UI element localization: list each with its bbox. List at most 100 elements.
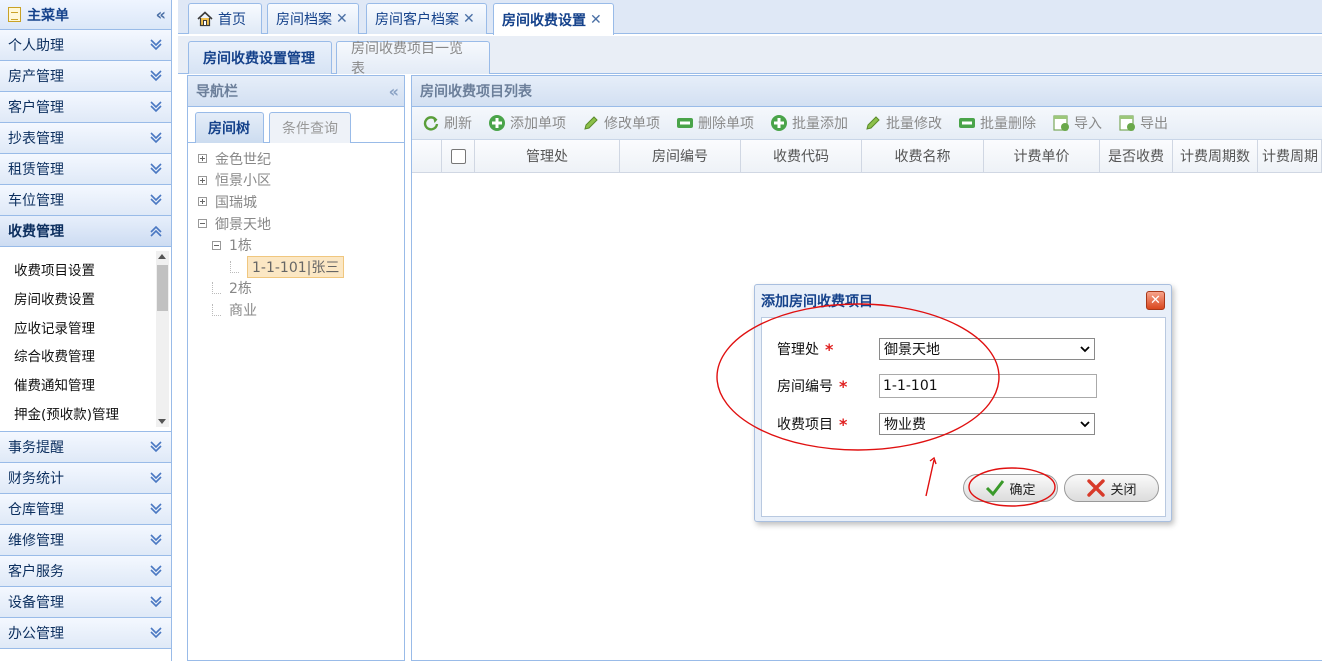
menu-group[interactable]: 仓库管理 bbox=[0, 494, 171, 525]
expand-icon[interactable] bbox=[198, 154, 207, 164]
collapse-menu-icon[interactable]: « bbox=[156, 5, 166, 24]
export-button[interactable]: 导出 bbox=[1118, 113, 1168, 133]
tree-node[interactable]: 商业 bbox=[198, 299, 398, 321]
confirm-button[interactable]: 确定 bbox=[963, 474, 1058, 502]
tree-node-label[interactable]: 1栋 bbox=[229, 235, 252, 255]
menu-group[interactable]: 抄表管理 bbox=[0, 123, 171, 154]
submenu-item[interactable]: 应收记录管理 bbox=[14, 315, 171, 344]
menu-group[interactable]: 租赁管理 bbox=[0, 154, 171, 185]
submenu-item[interactable]: 收费项目设置 bbox=[14, 257, 171, 286]
menu-group[interactable]: 客户管理 bbox=[0, 92, 171, 123]
chevron-down-icon bbox=[149, 69, 163, 83]
submenu-item[interactable]: 押金(预收款)管理 bbox=[14, 401, 171, 430]
tree-node-label[interactable]: 御景天地 bbox=[215, 214, 271, 234]
collapse-nav-icon[interactable]: « bbox=[389, 82, 399, 101]
expand-icon[interactable] bbox=[198, 175, 207, 185]
top-tab-bar: 首页 房间档案 ✕ 房间客户档案 ✕ 房间收费设置 ✕ bbox=[178, 0, 1322, 35]
tree-node-label[interactable]: 金色世纪 bbox=[215, 149, 271, 169]
tab-room-billing-item-list[interactable]: 房间收费项目一览表 bbox=[336, 41, 490, 77]
import-button[interactable]: 导入 bbox=[1052, 113, 1102, 133]
required-mark: * bbox=[839, 376, 848, 396]
add-item-button[interactable]: 添加单项 bbox=[488, 113, 566, 133]
menu-group[interactable]: 房产管理 bbox=[0, 61, 171, 92]
column-header[interactable]: 是否收费 bbox=[1100, 140, 1173, 172]
submenu-item[interactable]: 综合收费管理 bbox=[14, 343, 171, 372]
tab-room-billing-settings[interactable]: 房间收费设置 ✕ bbox=[493, 3, 614, 35]
column-header[interactable]: 计费周期数 bbox=[1173, 140, 1258, 172]
tree-node-label[interactable]: 商业 bbox=[229, 300, 257, 320]
tab-room-billing-management[interactable]: 房间收费设置管理 bbox=[188, 41, 332, 74]
refresh-icon bbox=[423, 116, 439, 131]
column-header[interactable]: 收费代码 bbox=[741, 140, 862, 172]
batch-delete-button[interactable]: 批量删除 bbox=[958, 113, 1036, 133]
menu-group-label: 抄表管理 bbox=[8, 131, 64, 147]
menu-group[interactable]: 维修管理 bbox=[0, 525, 171, 556]
close-icon[interactable]: ✕ bbox=[463, 11, 475, 27]
scrollbar-thumb[interactable] bbox=[157, 265, 168, 311]
menu-group[interactable]: 办公管理 bbox=[0, 618, 171, 649]
submenu-scrollbar[interactable] bbox=[156, 251, 169, 427]
submenu-item[interactable]: 房间收费设置 bbox=[14, 286, 171, 315]
menu-group[interactable]: 财务统计 bbox=[0, 463, 171, 494]
select-all-checkbox[interactable] bbox=[450, 148, 466, 164]
column-header[interactable]: 管理处 bbox=[475, 140, 620, 172]
inner-tab-bar: 房间收费设置管理 房间收费项目一览表 bbox=[178, 36, 1322, 77]
column-header[interactable]: 房间编号 bbox=[620, 140, 741, 172]
tab-room-tree[interactable]: 房间树 bbox=[195, 112, 264, 143]
document-icon bbox=[8, 7, 21, 22]
tab-room-archive[interactable]: 房间档案 ✕ bbox=[267, 3, 359, 34]
field-label: 管理处 * bbox=[777, 339, 879, 359]
tree-node[interactable]: 国瑞城 bbox=[198, 191, 398, 213]
tab-condition-query[interactable]: 条件查询 bbox=[269, 112, 351, 143]
tab-room-customer-archive[interactable]: 房间客户档案 ✕ bbox=[366, 3, 487, 34]
collapse-icon[interactable] bbox=[198, 219, 207, 229]
tree-node[interactable]: 1栋 bbox=[198, 234, 398, 256]
scroll-up-icon[interactable] bbox=[158, 254, 166, 259]
required-mark: * bbox=[825, 339, 834, 359]
menu-group-billing[interactable]: 收费管理 bbox=[0, 216, 171, 247]
minus-icon bbox=[677, 118, 693, 128]
delete-item-button[interactable]: 删除单项 bbox=[676, 113, 754, 133]
column-header[interactable]: 计费单价 bbox=[984, 140, 1100, 172]
tree-node-label[interactable]: 国瑞城 bbox=[215, 192, 257, 212]
close-icon[interactable]: ✕ bbox=[590, 12, 602, 28]
submenu-item[interactable]: 催费通知管理 bbox=[14, 372, 171, 401]
menu-group[interactable]: 车位管理 bbox=[0, 185, 171, 216]
office-select[interactable]: 御景天地 bbox=[879, 338, 1095, 360]
nav-panel-header: 导航栏 « bbox=[188, 76, 404, 107]
batch-edit-button[interactable]: 批量修改 bbox=[864, 113, 942, 133]
collapse-icon[interactable] bbox=[212, 240, 221, 250]
column-header[interactable]: 收费名称 bbox=[862, 140, 984, 172]
chevron-down-icon bbox=[149, 471, 163, 485]
tree-node[interactable]: 2栋 bbox=[198, 278, 398, 300]
tree-node[interactable]: 金色世纪 bbox=[198, 148, 398, 170]
tab-home[interactable]: 首页 bbox=[188, 3, 262, 34]
menu-group[interactable]: 设备管理 bbox=[0, 587, 171, 618]
column-header[interactable]: 计费周期 bbox=[1258, 140, 1322, 172]
tree-node[interactable]: 恒景小区 bbox=[198, 170, 398, 192]
close-button[interactable]: 关闭 bbox=[1064, 474, 1159, 502]
edit-item-button[interactable]: 修改单项 bbox=[582, 113, 660, 133]
menu-group[interactable]: 事务提醒 bbox=[0, 432, 171, 463]
tree-node-label[interactable]: 1-1-101|张三 bbox=[247, 255, 345, 278]
room-number-input[interactable]: 1-1-101 bbox=[879, 374, 1097, 398]
button-label: 导出 bbox=[1140, 116, 1168, 132]
refresh-button[interactable]: 刷新 bbox=[422, 113, 472, 133]
tree-node[interactable]: 御景天地 bbox=[198, 213, 398, 235]
tree-node-label[interactable]: 2栋 bbox=[229, 278, 252, 298]
scroll-down-icon[interactable] bbox=[158, 419, 166, 424]
tree-node-selected[interactable]: 1-1-101|张三 bbox=[198, 255, 398, 278]
menu-group[interactable]: 客户服务 bbox=[0, 556, 171, 587]
close-icon[interactable]: ✕ bbox=[1146, 291, 1165, 310]
menu-group[interactable]: 个人助理 bbox=[0, 30, 171, 61]
add-icon bbox=[771, 115, 787, 131]
fee-item-select[interactable]: 物业费 bbox=[879, 413, 1095, 435]
chevron-down-icon bbox=[149, 595, 163, 609]
batch-add-button[interactable]: 批量添加 bbox=[770, 113, 848, 133]
close-icon[interactable]: ✕ bbox=[336, 11, 348, 27]
expand-icon[interactable] bbox=[198, 197, 207, 207]
dialog-title: 添加房间收费项目 bbox=[761, 293, 873, 310]
tree-node-label[interactable]: 恒景小区 bbox=[215, 170, 271, 190]
form-row-office: 管理处 * 御景天地 bbox=[777, 338, 1095, 360]
chevron-down-icon bbox=[149, 440, 163, 454]
